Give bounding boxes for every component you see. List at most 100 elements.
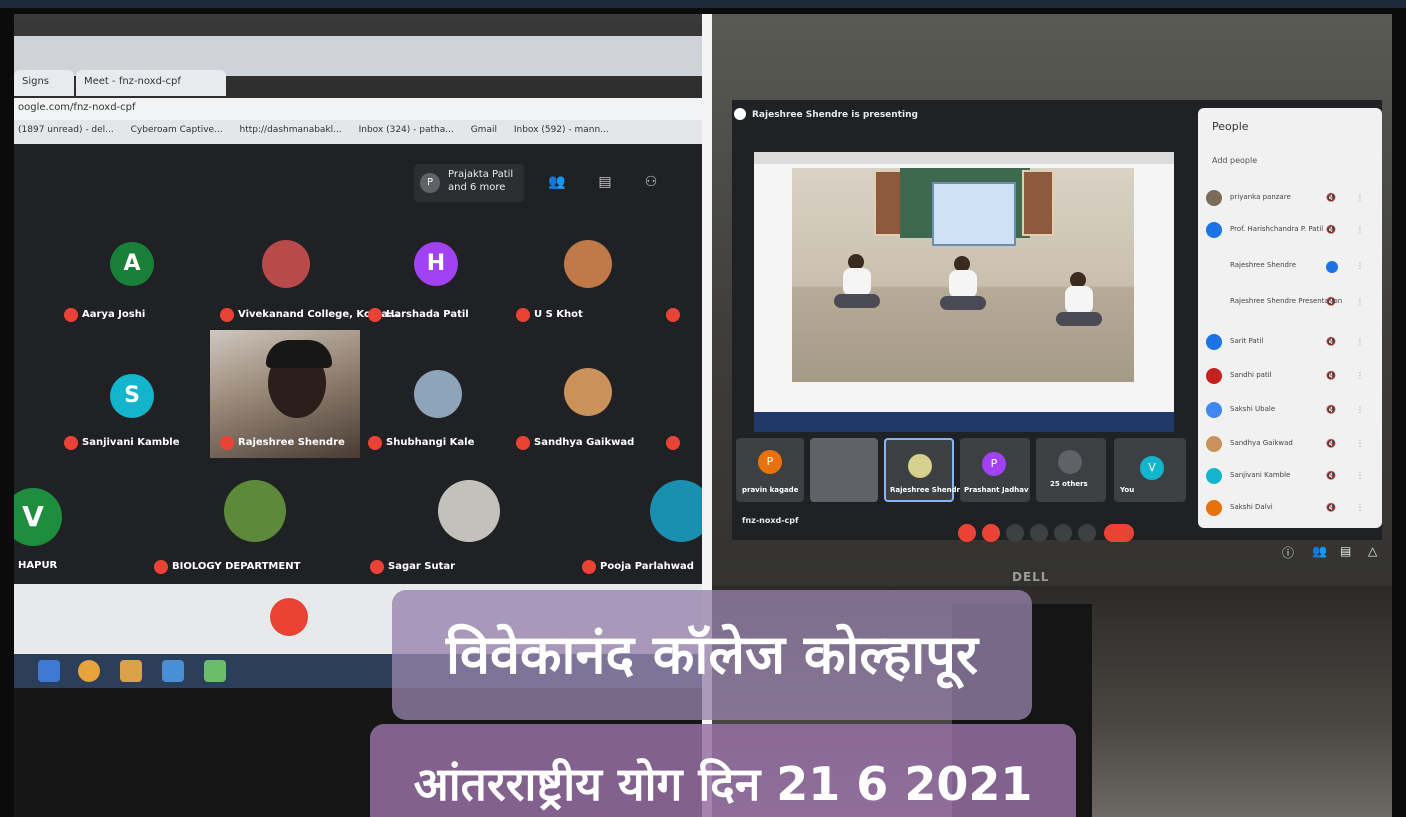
person-avatar (1206, 190, 1222, 206)
bookmark-item[interactable]: Cyberoam Captive... (131, 125, 223, 135)
more-vert-icon[interactable]: ⋮ (1356, 337, 1364, 346)
person-avatar (1206, 468, 1222, 484)
participant-avatar: A (110, 242, 154, 286)
participant-name: BIOLOGY DEPARTMENT (172, 561, 301, 572)
chrome-icon[interactable] (78, 660, 100, 682)
thumb-name: Rajeshree Shendre (890, 486, 965, 494)
raise-hand-button[interactable] (1030, 524, 1048, 542)
more-vert-icon[interactable]: ⋮ (1356, 371, 1364, 380)
mic-off-icon: 🔇 (1326, 503, 1336, 512)
more-vert-icon[interactable]: ⋮ (1356, 261, 1364, 270)
participant-avatar: S (110, 374, 154, 418)
participant-thumbnail[interactable]: P pravin kagade (736, 438, 804, 502)
chat-icon[interactable]: ▤ (592, 174, 618, 194)
thumb-name: 25 others (1050, 480, 1088, 488)
presenting-text: Prajakta Patil and 6 more (448, 169, 514, 193)
person-name: Prof. Harishchandra P. Patil (1230, 225, 1324, 233)
bookmark-item[interactable]: (1897 unread) - del... (18, 125, 114, 135)
browser-tab[interactable]: Signs (14, 70, 74, 96)
more-vert-icon[interactable]: ⋮ (1356, 297, 1364, 306)
activities-icon[interactable]: △ (1368, 544, 1377, 558)
people-row[interactable]: Rajeshree Shendre ⋮ (1206, 252, 1376, 282)
bookmarks-bar: (1897 unread) - del... Cyberoam Captive.… (14, 120, 702, 144)
thumb-avatar: V (1140, 456, 1164, 480)
participant-name: Shubhangi Kale (386, 437, 475, 448)
people-row[interactable]: Rajeshree Shendre Presentation 🔇 ⋮ (1206, 288, 1376, 318)
people-row[interactable]: Sanjivani Kamble 🔇 ⋮ (1206, 462, 1376, 492)
person-name: Sarit Patil (1230, 337, 1264, 345)
participant-thumbnail[interactable] (810, 438, 878, 502)
person-avatar (1206, 436, 1222, 452)
people-row[interactable]: Sakshi Dalvi 🔇 ⋮ (1206, 494, 1376, 524)
camera-off-button[interactable] (982, 524, 1000, 542)
participant-thumbnail[interactable]: 25 others (1036, 438, 1106, 502)
bookmark-item[interactable]: Gmail (471, 125, 497, 135)
person-name: priyanka panzare (1230, 193, 1291, 201)
mic-off-icon (666, 436, 680, 450)
person-name: Sanjivani Kamble (1230, 471, 1291, 479)
people-icon[interactable]: 👥 (1312, 544, 1327, 558)
mic-off-icon (220, 436, 234, 450)
person-name: Sandhya Gaikwad (1230, 439, 1293, 447)
presenting-chip[interactable]: P Prajakta Patil and 6 more (414, 164, 524, 202)
mic-off-button[interactable] (958, 524, 976, 542)
media-icon[interactable] (162, 660, 184, 682)
speaking-icon (1326, 261, 1338, 273)
people-row[interactable]: Sakshi Ubale 🔇 ⋮ (1206, 396, 1376, 426)
address-bar[interactable]: oogle.com/fnz-noxd-cpf (14, 98, 702, 120)
ie-icon[interactable] (38, 660, 60, 682)
mic-off-icon (64, 436, 78, 450)
mic-off-icon: 🔇 (1326, 297, 1336, 306)
person-avatar (1206, 500, 1222, 516)
mic-off-icon: 🔇 (1326, 371, 1336, 380)
participant-name: U S Khot (534, 309, 583, 320)
participant-thumbnail[interactable]: P Prashant Jadhav (960, 438, 1030, 502)
captions-button[interactable] (1006, 524, 1024, 542)
participant-avatar: H (414, 242, 458, 286)
mic-toggle-button[interactable] (270, 598, 308, 636)
person-avatar (1206, 368, 1222, 384)
yoga-person (1056, 272, 1102, 328)
people-row[interactable]: Sandhya Gaikwad 🔇 ⋮ (1206, 430, 1376, 460)
yoga-person (940, 256, 986, 312)
monitor-brand-logo: DELL (1012, 570, 1050, 584)
app-icon[interactable] (204, 660, 226, 682)
more-vert-icon[interactable]: ⋮ (1356, 439, 1364, 448)
more-options-button[interactable] (1078, 524, 1096, 542)
more-vert-icon[interactable]: ⋮ (1356, 225, 1364, 234)
thumb-avatar (908, 454, 932, 478)
meeting-code: fnz-noxd-cpf (742, 516, 799, 525)
more-vert-icon[interactable]: ⋮ (1356, 193, 1364, 202)
bookmark-item[interactable]: Inbox (324) - patha... (359, 125, 454, 135)
chat-icon[interactable]: ▤ (1340, 544, 1351, 558)
add-people-button[interactable]: Add people (1212, 156, 1257, 165)
more-vert-icon[interactable]: ⋮ (1356, 405, 1364, 414)
present-button[interactable] (1054, 524, 1072, 542)
people-panel: People Add people priyanka panzare 🔇 ⋮ Pro… (1198, 108, 1382, 528)
mic-off-icon (368, 308, 382, 322)
bookmark-item[interactable]: http://dashmanabakl... (240, 125, 342, 135)
people-row[interactable]: Prof. Harishchandra P. Patil 🔇 ⋮ (1206, 216, 1376, 246)
participant-photo-avatar (414, 370, 462, 418)
top-edge-bar (0, 0, 1406, 8)
activities-icon[interactable]: ⚇ (638, 174, 664, 194)
people-row[interactable]: priyanka panzare 🔇 ⋮ (1206, 184, 1376, 214)
people-row[interactable]: Sandhi patil 🔇 ⋮ (1206, 362, 1376, 392)
people-icon[interactable]: 👥 (544, 174, 570, 194)
folder-icon[interactable] (120, 660, 142, 682)
more-vert-icon[interactable]: ⋮ (1356, 503, 1364, 512)
people-panel-title: People (1212, 120, 1249, 133)
participant-photo-avatar (224, 480, 286, 542)
event-banner (932, 182, 1016, 246)
presenting-banner: Rajeshree Shendre is presenting (752, 110, 918, 120)
people-row[interactable]: Sarit Patil 🔇 ⋮ (1206, 328, 1376, 358)
caption-college-name: विवेकानंद कॉलेज कोल्हापूर (392, 590, 1032, 720)
end-call-button[interactable] (1104, 524, 1134, 542)
bookmark-item[interactable]: Inbox (592) - mann... (514, 125, 609, 135)
yoga-stage-video (792, 168, 1134, 382)
info-icon[interactable]: ⓘ (1282, 544, 1294, 561)
participant-thumbnail-active[interactable]: Rajeshree Shendre (884, 438, 965, 502)
participant-thumbnail[interactable]: V You (1114, 438, 1186, 502)
more-vert-icon[interactable]: ⋮ (1356, 471, 1364, 480)
browser-tab-meet[interactable]: Meet - fnz-noxd-cpf (76, 70, 226, 96)
